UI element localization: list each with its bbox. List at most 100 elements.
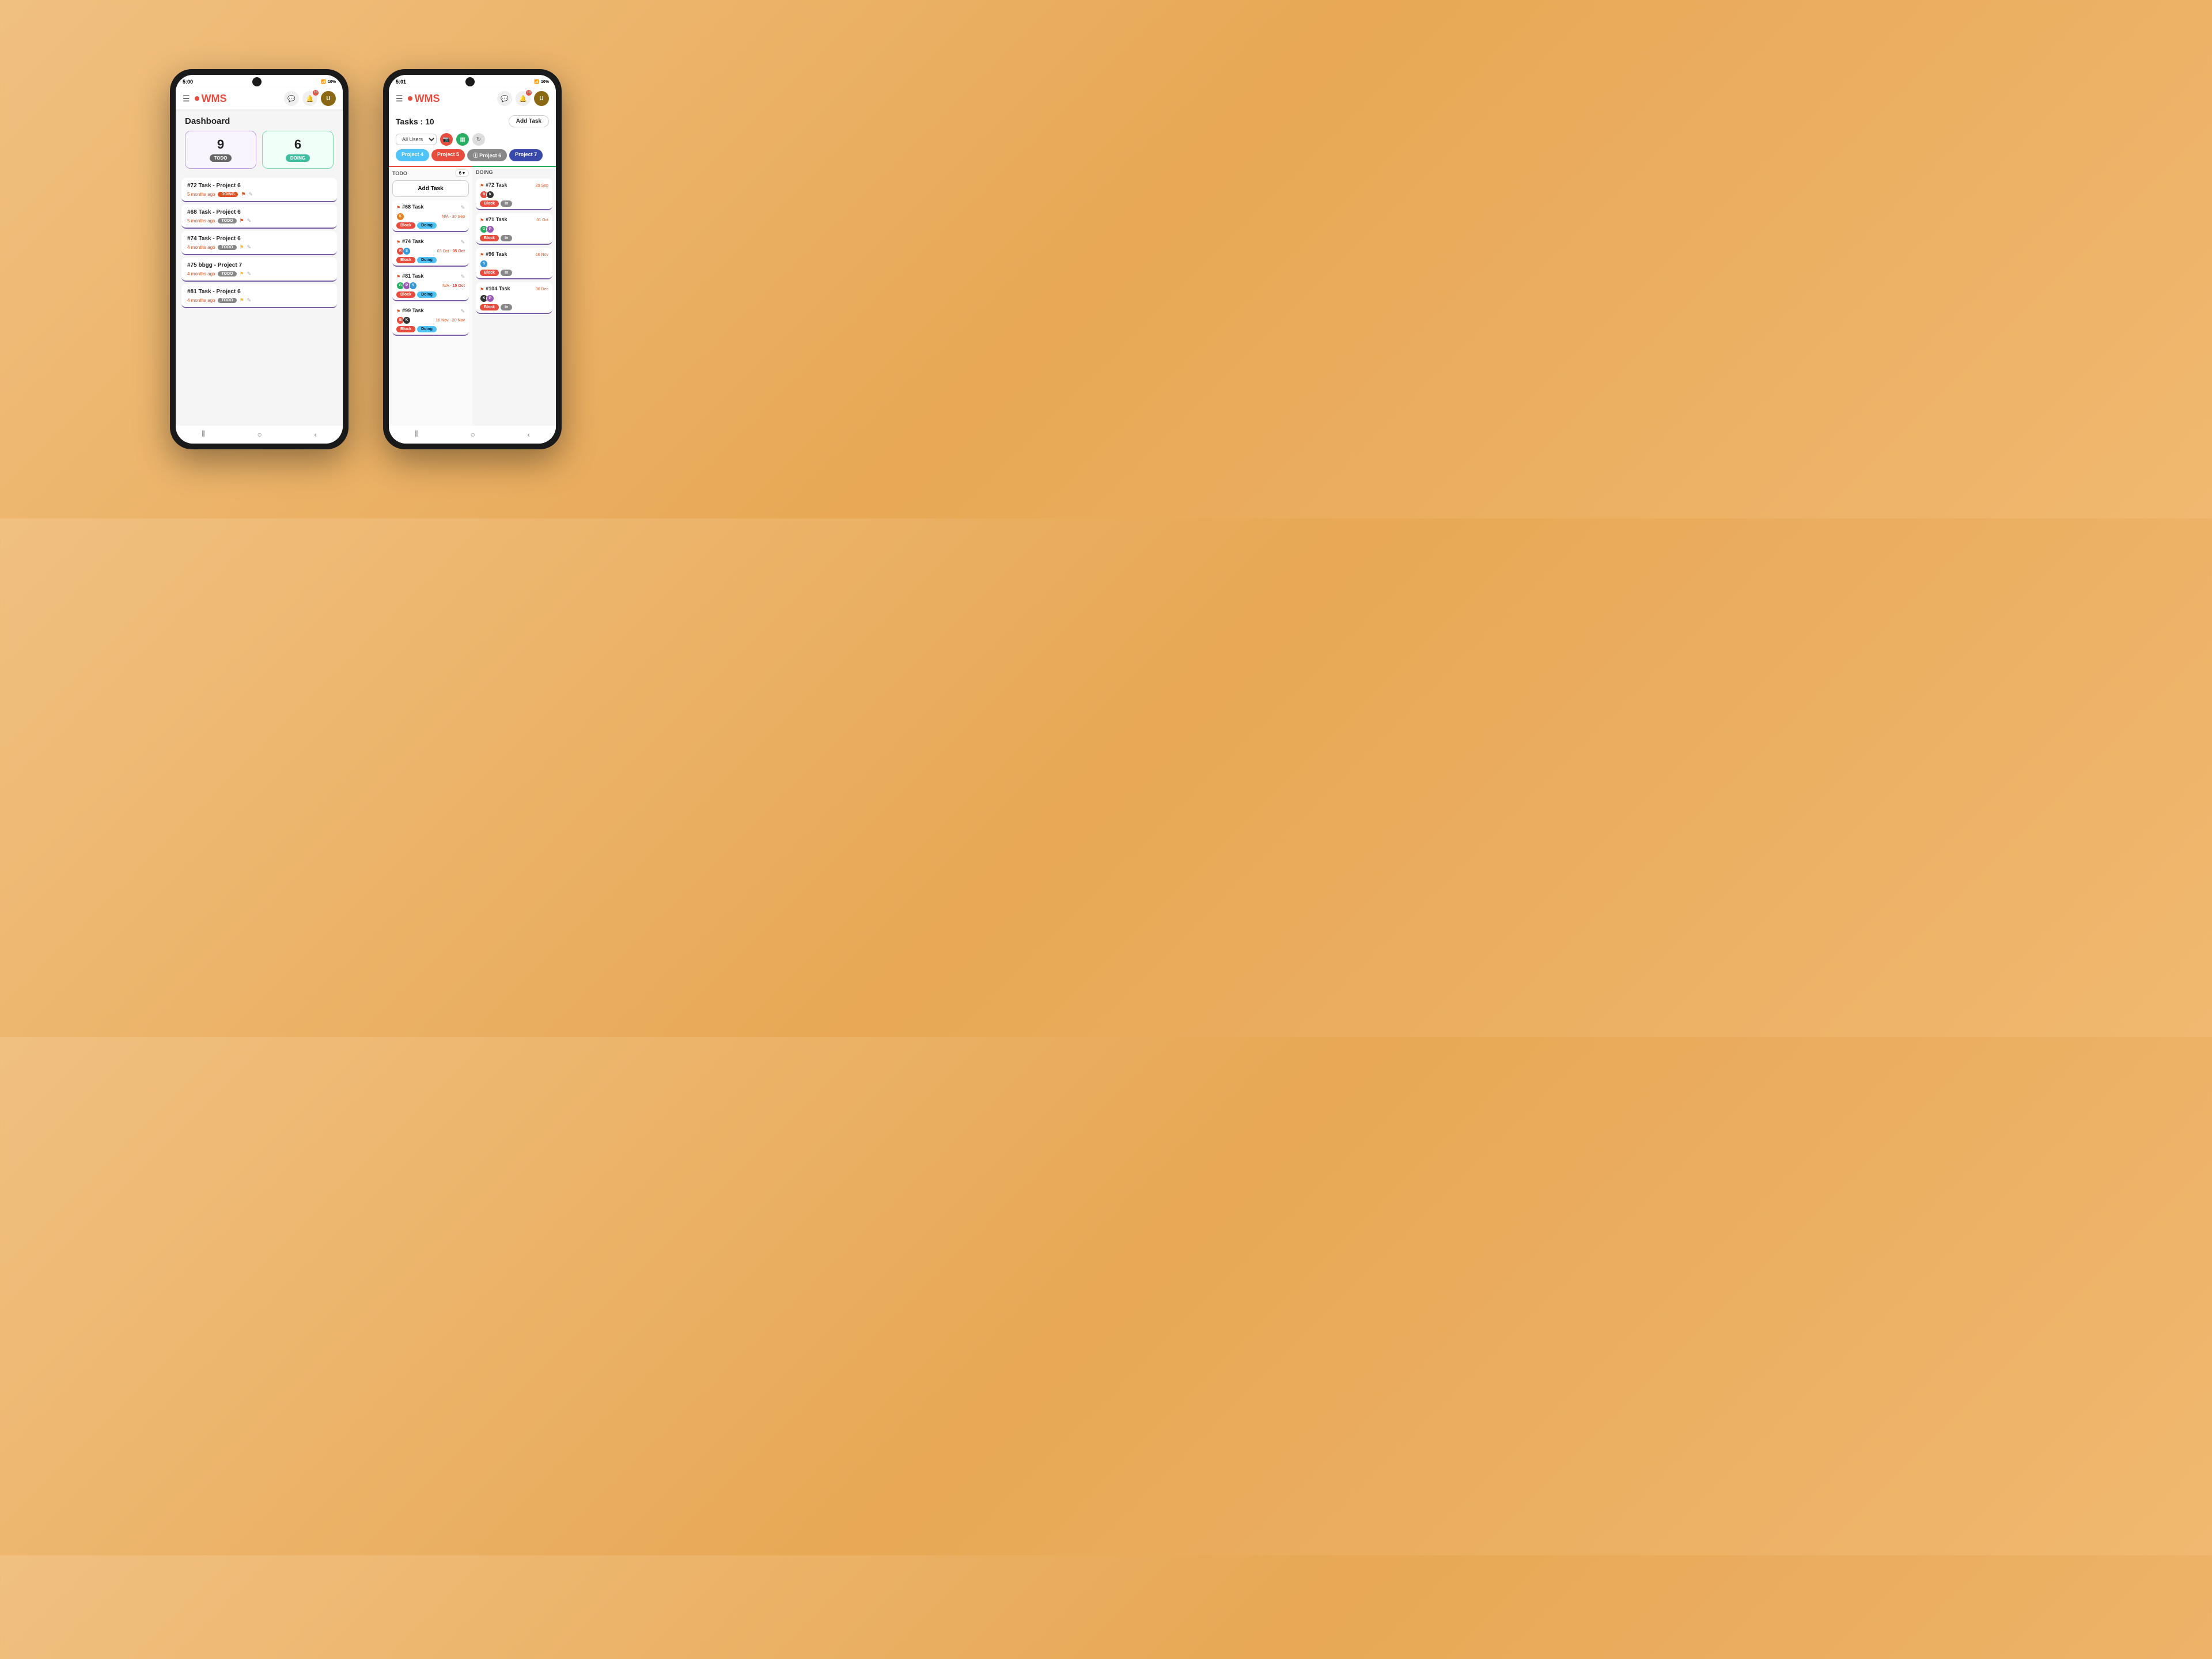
- filter-btn-red[interactable]: 📷: [440, 133, 453, 146]
- block-btn-68[interactable]: Block: [396, 222, 415, 229]
- task-meta-75: 4 months ago TODO ⚑ ✎: [187, 271, 331, 277]
- edit-icon-68[interactable]: ✎: [247, 218, 252, 224]
- task-d72-btns: Block In: [480, 200, 548, 207]
- recent-apps-icon[interactable]: ⦀: [202, 429, 205, 439]
- edit-icon-81[interactable]: ✎: [247, 297, 252, 304]
- home-icon[interactable]: ○: [257, 430, 262, 439]
- kanban-doing-task-104[interactable]: ⚑ #104 Task 30 Dec K P Block In: [476, 282, 552, 314]
- status-72: DOING: [218, 192, 238, 197]
- in-btn-d96[interactable]: In: [501, 270, 512, 276]
- todo-label: TODO: [210, 154, 232, 162]
- avatar-s: S: [403, 247, 411, 255]
- bell-badge-2: 18: [526, 90, 532, 96]
- project-tab-4[interactable]: Project 4: [396, 149, 429, 161]
- stat-cards: 9 TODO 6 DOING: [176, 131, 343, 176]
- task-d96-btns: Block In: [480, 270, 548, 276]
- edit-icon-74[interactable]: ✎: [247, 244, 252, 251]
- task-d71-avatars: G P: [480, 225, 548, 233]
- grid-icon: ▦: [460, 137, 465, 143]
- task-d72-avatars: B K: [480, 191, 548, 199]
- kanban-task-81[interactable]: ⚑ #81 Task ✎ G P S N/A - 15 Oct: [392, 270, 469, 301]
- battery-2: 10%: [541, 80, 549, 84]
- task-68-date-row: K N/A - 30 Sep: [396, 213, 465, 221]
- flag-icon-68: ⚑: [240, 218, 244, 224]
- hamburger-menu-1[interactable]: ☰: [183, 94, 190, 104]
- status-icons-2: 📶 10%: [534, 79, 549, 84]
- edit-99[interactable]: ✎: [460, 308, 465, 315]
- doing-btn-68[interactable]: Doing: [417, 222, 437, 229]
- task-99-date: 16 Nov - 20 Nov: [435, 319, 465, 323]
- task-item-75[interactable]: #75 bbgg - Project 7 4 months ago TODO ⚑…: [181, 257, 337, 282]
- time-ago-72: 5 months ago: [187, 192, 215, 197]
- edit-icon-72[interactable]: ✎: [249, 191, 253, 198]
- user-avatar-2[interactable]: U: [534, 91, 549, 106]
- block-btn-d71[interactable]: Block: [480, 235, 499, 241]
- task-d96-header: ⚑ #96 Task 16 Nov: [480, 251, 548, 259]
- user-avatar-1[interactable]: U: [321, 91, 336, 106]
- notch-1: [252, 77, 262, 86]
- todo-count-val: 6: [459, 171, 461, 176]
- project-tab-7[interactable]: Project 7: [509, 149, 543, 161]
- task-item-72[interactable]: #72 Task - Project 6 5 months ago DOING …: [181, 178, 337, 202]
- task-item-68[interactable]: #68 Task - Project 6 5 months ago TODO ⚑…: [181, 204, 337, 229]
- in-btn-d71[interactable]: In: [501, 235, 512, 241]
- edit-68[interactable]: ✎: [460, 204, 465, 211]
- block-btn-d72[interactable]: Block: [480, 200, 499, 207]
- block-btn-81[interactable]: Block: [396, 291, 415, 298]
- project-tabs: Project 4 Project 5 ⓘ Project 6 Project …: [389, 149, 556, 166]
- task-68-date: N/A - 30 Sep: [442, 215, 465, 219]
- add-task-button-top[interactable]: Add Task: [509, 115, 549, 127]
- filter-btn-green[interactable]: ▦: [456, 133, 469, 146]
- block-btn-d104[interactable]: Block: [480, 304, 499, 310]
- kanban-task-99[interactable]: ⚑ #99 Task ✎ B K 16 Nov - 20 Nov Block: [392, 304, 469, 336]
- doing-btn-99[interactable]: Doing: [417, 326, 437, 332]
- chat-icon-btn-2[interactable]: 💬: [497, 91, 512, 106]
- status-bar-1: 5:00 📶 10%: [176, 75, 343, 88]
- task-d72-title: #72 Task: [486, 182, 507, 188]
- task-meta-74: 4 months ago TODO ⚑ ✎: [187, 244, 331, 251]
- task-item-81[interactable]: #81 Task - Project 6 4 months ago TODO ⚑…: [181, 284, 337, 308]
- project-tab-6[interactable]: ⓘ Project 6: [467, 149, 507, 161]
- home-icon-2[interactable]: ○: [471, 430, 475, 439]
- task-title-81: #81 Task - Project 6: [187, 289, 331, 295]
- block-btn-99[interactable]: Block: [396, 326, 415, 332]
- edit-81[interactable]: ✎: [460, 274, 465, 280]
- bell-icon-btn-2[interactable]: 🔔 18: [516, 91, 531, 106]
- task-74-date: 03 Oct - 05 Oct: [437, 249, 465, 253]
- kanban-doing-task-72[interactable]: ⚑ #72 Task 29 Sep B K Block In: [476, 179, 552, 210]
- bell-icon-btn[interactable]: 🔔 18: [302, 91, 317, 106]
- back-icon-2[interactable]: ‹: [527, 430, 530, 439]
- task-99-date-row: B K 16 Nov - 20 Nov: [396, 316, 465, 324]
- in-btn-d72[interactable]: In: [501, 200, 512, 207]
- block-btn-74[interactable]: Block: [396, 257, 415, 263]
- flag-icon-72: ⚑: [241, 191, 245, 198]
- avatar-k3: K: [486, 191, 494, 199]
- project-tab-5[interactable]: Project 5: [431, 149, 465, 161]
- hamburger-menu-2[interactable]: ☰: [396, 94, 403, 104]
- recent-apps-icon-2[interactable]: ⦀: [415, 429, 418, 439]
- chat-icon: 💬: [287, 95, 296, 103]
- camera-icon: 📷: [443, 137, 450, 143]
- user-filter-select[interactable]: All Users: [396, 134, 437, 145]
- chat-icon-btn[interactable]: 💬: [284, 91, 299, 106]
- in-btn-d104[interactable]: In: [501, 304, 512, 310]
- nav-actions-2: 💬 🔔 18 U: [497, 91, 549, 106]
- todo-stat-card: 9 TODO: [185, 131, 256, 169]
- task-title-68: #68 Task - Project 6: [187, 209, 331, 215]
- doing-btn-81[interactable]: Doing: [417, 291, 437, 298]
- tasks-header: Tasks : 10 Add Task: [389, 109, 556, 131]
- task-item-74[interactable]: #74 Task - Project 6 4 months ago TODO ⚑…: [181, 231, 337, 255]
- kanban-task-74[interactable]: ⚑ #74 Task ✎ R S 03 Oct - 05 Oct Block: [392, 235, 469, 267]
- filter-btn-refresh[interactable]: ↻: [472, 133, 485, 146]
- edit-74[interactable]: ✎: [460, 239, 465, 245]
- edit-icon-75[interactable]: ✎: [247, 271, 252, 277]
- kanban-doing-task-96[interactable]: ⚑ #96 Task 16 Nov S Block In: [476, 248, 552, 279]
- add-task-kanban[interactable]: Add Task: [392, 180, 469, 197]
- block-btn-d96[interactable]: Block: [480, 270, 499, 276]
- task-68-title: #68 Task: [402, 204, 423, 210]
- doing-btn-74[interactable]: Doing: [417, 257, 437, 263]
- kanban-doing-task-71[interactable]: ⚑ #71 Task 01 Oct G P Block In: [476, 213, 552, 245]
- back-icon[interactable]: ‹: [314, 430, 317, 439]
- logo-text-1: WMS: [202, 93, 227, 105]
- kanban-task-68[interactable]: ⚑ #68 Task ✎ K N/A - 30 Sep Block Doing: [392, 200, 469, 232]
